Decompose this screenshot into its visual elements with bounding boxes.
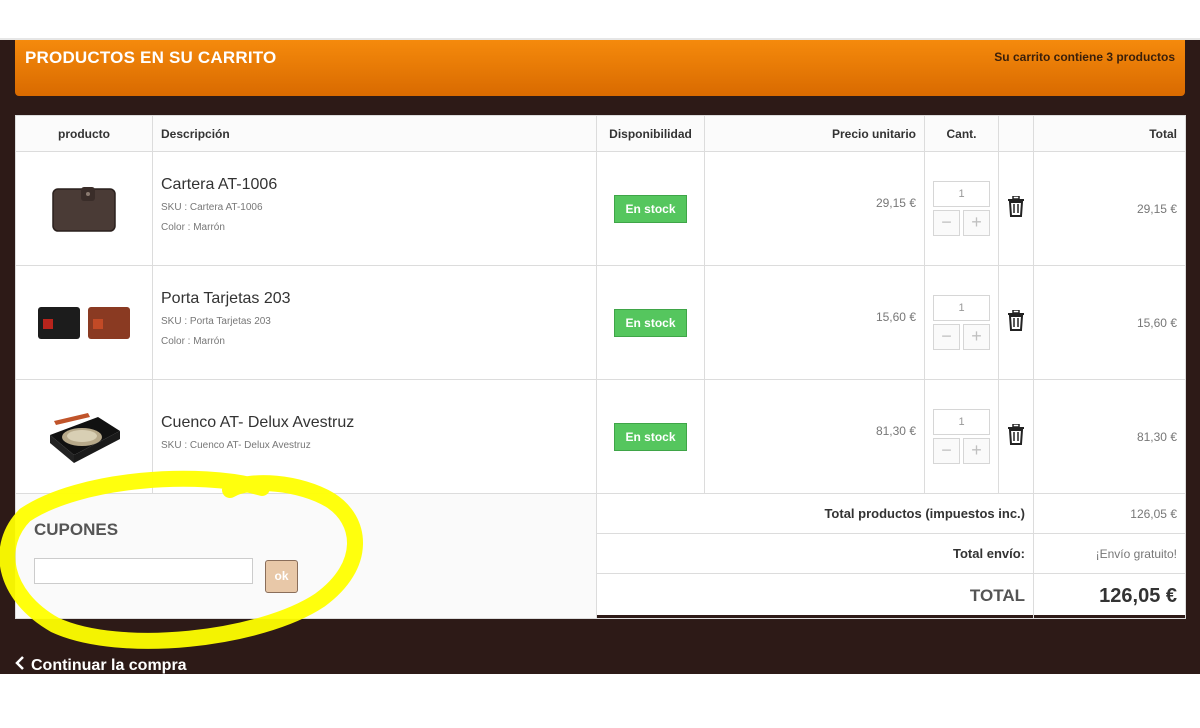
product-name-link[interactable]: Cartera AT-1006 [161,176,596,194]
shipping-label: Total envío: [596,533,1034,574]
cart-count: Su carrito contiene 3 productos [994,50,1175,64]
col-header-disponibilidad: Disponibilidad [596,115,705,152]
col-header-descripcion: Descripción [152,115,597,152]
line-total: 81,30 € [1033,379,1186,494]
table-row: Cuenco AT- Delux Avestruz SKU : Cuenco A… [15,379,1186,494]
top-bar [0,0,1200,40]
coupon-input[interactable] [34,558,253,584]
product-image-wallet[interactable] [16,152,152,265]
grand-total-value: 126,05 € [1033,573,1186,619]
continue-shopping-label: Continuar la compra [31,657,187,674]
continue-shopping-link[interactable]: Continuar la compra [15,656,187,675]
quantity-decrease-button[interactable]: − [933,438,960,464]
quantity-input[interactable]: 1 [933,409,990,435]
trash-icon[interactable] [1007,422,1025,449]
chevron-left-icon [15,656,25,675]
quantity-decrease-button[interactable]: − [933,210,960,236]
cart-header: PRODUCTOS EN SU CARRITO Su carrito conti… [15,40,1185,96]
quantity-cell: 1 − + [924,151,999,266]
col-header-cant: Cant. [924,115,999,152]
shipping-value: ¡Envío gratuito! [1033,533,1186,574]
product-sku: SKU : Cartera AT-1006 [161,201,263,213]
availability-cell: En stock [596,379,705,494]
stock-badge: En stock [614,422,687,451]
cart-table: producto Descripción Disponibilidad Prec… [15,115,1186,619]
total-products-value: 126,05 € [1033,493,1186,534]
product-sku: SKU : Porta Tarjetas 203 [161,315,271,327]
table-header-row: producto Descripción Disponibilidad Prec… [15,115,1186,152]
product-name-link[interactable]: Porta Tarjetas 203 [161,290,596,308]
product-image-card-holder[interactable] [16,266,152,379]
product-sku: SKU : Cuenco AT- Delux Avestruz [161,439,311,451]
col-header-precio: Precio unitario [704,115,925,152]
delete-cell [998,265,1034,380]
product-color: Color : Marrón [161,221,225,233]
quantity-input[interactable]: 1 [933,181,990,207]
stock-badge: En stock [614,194,687,223]
summary-products-row: CUPONES ok Total productos (impuestos in… [15,493,1186,619]
line-total: 29,15 € [1033,151,1186,266]
product-color: Color : Marrón [161,335,225,347]
availability-cell: En stock [596,151,705,266]
product-image-cell [15,379,153,494]
coupon-submit-button[interactable]: ok [265,560,298,593]
line-total: 15,60 € [1033,265,1186,380]
unit-price: 15,60 € [704,265,925,380]
grand-total-label: TOTAL [596,573,1034,619]
product-image-bowl[interactable] [16,380,152,493]
table-row: Cartera AT-1006 SKU : Cartera AT-1006 Co… [15,151,1186,266]
quantity-increase-button[interactable]: + [963,210,990,236]
trash-icon[interactable] [1007,308,1025,335]
total-products-label: Total productos (impuestos inc.) [596,493,1034,534]
coupon-section: CUPONES ok [15,493,597,619]
coupon-title: CUPONES [34,520,119,539]
quantity-cell: 1 − + [924,265,999,380]
quantity-decrease-button[interactable]: − [933,324,960,350]
quantity-increase-button[interactable]: + [963,438,990,464]
col-header-total: Total [1033,115,1186,152]
unit-price: 81,30 € [704,379,925,494]
delete-cell [998,151,1034,266]
table-row: Porta Tarjetas 203 SKU : Porta Tarjetas … [15,265,1186,380]
quantity-input[interactable]: 1 [933,295,990,321]
product-image-cell [15,151,153,266]
quantity-cell: 1 − + [924,379,999,494]
bottom-bar [0,674,1200,728]
page-container: PRODUCTOS EN SU CARRITO Su carrito conti… [0,40,1200,674]
cart-title: PRODUCTOS EN SU CARRITO [25,48,277,67]
product-name-link[interactable]: Cuenco AT- Delux Avestruz [161,414,596,432]
unit-price: 29,15 € [704,151,925,266]
col-header-producto: producto [15,115,153,152]
product-description-cell: Cartera AT-1006 SKU : Cartera AT-1006 Co… [152,151,597,266]
product-image-cell [15,265,153,380]
stock-badge: En stock [614,308,687,337]
col-header-actions [998,115,1034,152]
availability-cell: En stock [596,265,705,380]
quantity-increase-button[interactable]: + [963,324,990,350]
delete-cell [998,379,1034,494]
product-description-cell: Cuenco AT- Delux Avestruz SKU : Cuenco A… [152,379,597,494]
product-description-cell: Porta Tarjetas 203 SKU : Porta Tarjetas … [152,265,597,380]
trash-icon[interactable] [1007,194,1025,221]
